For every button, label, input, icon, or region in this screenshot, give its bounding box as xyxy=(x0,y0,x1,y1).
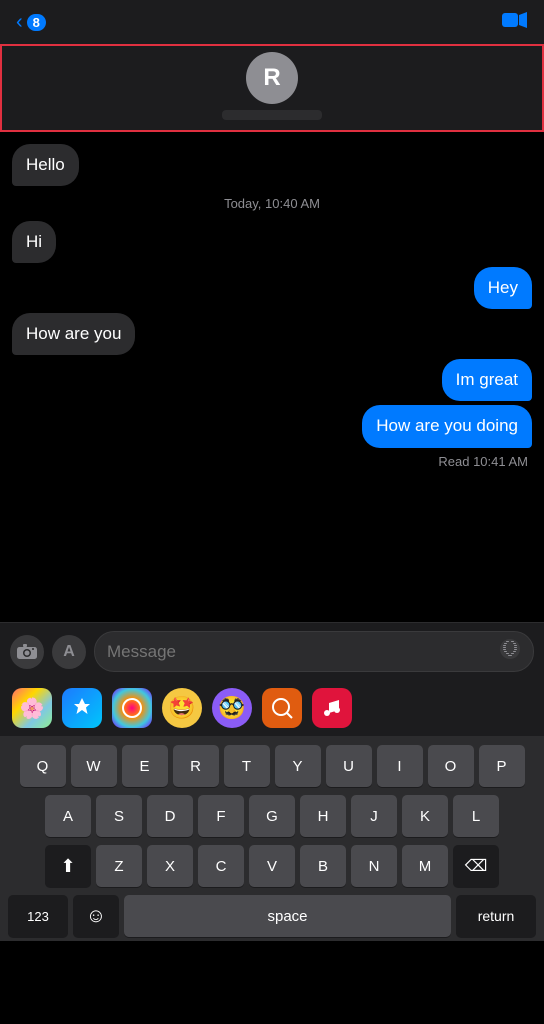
app-icon-appstore[interactable] xyxy=(62,688,102,728)
key-e[interactable]: E xyxy=(122,745,168,787)
keyboard-bottom-row: 123 ☺ space return xyxy=(4,895,540,937)
key-123[interactable]: 123 xyxy=(8,895,68,937)
bubble-sent[interactable]: How are you doing xyxy=(362,405,532,447)
message-bubble-row: Im great xyxy=(12,359,532,401)
key-h[interactable]: H xyxy=(300,795,346,837)
key-z[interactable]: Z xyxy=(96,845,142,887)
app-strip: 🌸 🤩 🥸 xyxy=(0,680,544,737)
message-bubble-row: Hello xyxy=(12,144,532,186)
bubble-received[interactable]: Hello xyxy=(12,144,79,186)
status-bar: ‹ 8 xyxy=(0,0,544,44)
contact-header[interactable]: R xyxy=(0,44,544,132)
key-d[interactable]: D xyxy=(147,795,193,837)
key-w[interactable]: W xyxy=(71,745,117,787)
key-j[interactable]: J xyxy=(351,795,397,837)
app-icon-music[interactable] xyxy=(312,688,352,728)
message-bubble-row: Hi xyxy=(12,221,532,263)
keyboard-row-1: Q W E R T Y U I O P xyxy=(4,745,540,787)
key-p[interactable]: P xyxy=(479,745,525,787)
key-x[interactable]: X xyxy=(147,845,193,887)
key-u[interactable]: U xyxy=(326,745,372,787)
message-bubble-row: How are you doing xyxy=(12,405,532,447)
key-space[interactable]: space xyxy=(124,895,451,937)
key-i[interactable]: I xyxy=(377,745,423,787)
app-icon-photos[interactable]: 🌸 xyxy=(12,688,52,728)
back-badge: 8 xyxy=(27,14,46,31)
keyboard-row-2: A S D F G H J K L xyxy=(4,795,540,837)
key-g[interactable]: G xyxy=(249,795,295,837)
key-m[interactable]: M xyxy=(402,845,448,887)
key-r[interactable]: R xyxy=(173,745,219,787)
key-return[interactable]: return xyxy=(456,895,536,937)
back-button[interactable]: ‹ 8 xyxy=(16,11,46,34)
key-v[interactable]: V xyxy=(249,845,295,887)
shift-key[interactable]: ⬆ xyxy=(45,845,91,887)
delete-key[interactable]: ⌫ xyxy=(453,845,499,887)
key-k[interactable]: K xyxy=(402,795,448,837)
message-bubble-row: How are you xyxy=(12,313,532,355)
keyboard-row-3: ⬆ Z X C V B N M ⌫ xyxy=(4,845,540,887)
key-l[interactable]: L xyxy=(453,795,499,837)
timestamp: Today, 10:40 AM xyxy=(12,196,532,211)
key-y[interactable]: Y xyxy=(275,745,321,787)
contact-name xyxy=(222,110,322,120)
app-icon-memoji[interactable]: 🤩 xyxy=(162,688,202,728)
message-input-wrapper[interactable] xyxy=(94,631,534,672)
key-a[interactable]: A xyxy=(45,795,91,837)
key-o[interactable]: O xyxy=(428,745,474,787)
key-c[interactable]: C xyxy=(198,845,244,887)
key-s[interactable]: S xyxy=(96,795,142,837)
key-t[interactable]: T xyxy=(224,745,270,787)
key-b[interactable]: B xyxy=(300,845,346,887)
key-n[interactable]: N xyxy=(351,845,397,887)
camera-button[interactable] xyxy=(10,635,44,669)
back-chevron-icon: ‹ xyxy=(16,11,23,34)
read-receipt: Read 10:41 AM xyxy=(12,454,532,469)
app-icon-stickers[interactable]: 🥸 xyxy=(212,688,252,728)
key-q[interactable]: Q xyxy=(20,745,66,787)
messages-area: Hello Today, 10:40 AM Hi Hey How are you… xyxy=(0,132,544,622)
app-icon-search[interactable] xyxy=(262,688,302,728)
bubble-sent[interactable]: Hey xyxy=(474,267,532,309)
bubble-sent[interactable]: Im great xyxy=(442,359,532,401)
keyboard: Q W E R T Y U I O P A S D F G H J K L ⬆ … xyxy=(0,737,544,941)
apps-button[interactable]: A xyxy=(52,635,86,669)
audio-input-button[interactable] xyxy=(499,638,521,665)
app-icon-threads[interactable] xyxy=(112,688,152,728)
video-call-button[interactable] xyxy=(502,9,528,35)
bubble-received[interactable]: How are you xyxy=(12,313,135,355)
key-f[interactable]: F xyxy=(198,795,244,837)
bubble-received[interactable]: Hi xyxy=(12,221,56,263)
avatar: R xyxy=(246,52,298,104)
input-bar: A xyxy=(0,622,544,680)
key-emoji[interactable]: ☺ xyxy=(73,895,119,937)
message-bubble-row: Hey xyxy=(12,267,532,309)
message-input[interactable] xyxy=(107,642,499,662)
